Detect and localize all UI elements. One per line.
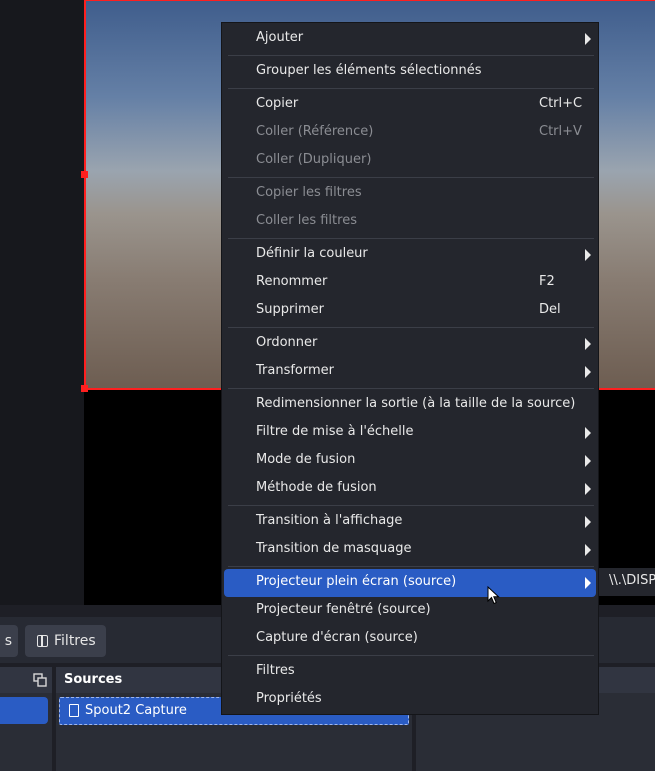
resize-handle-left[interactable] — [81, 171, 88, 178]
menu-item-label: Ajouter — [256, 30, 304, 45]
menu-item-label: Transition à l'affichage — [256, 513, 403, 528]
menu-item-label: Méthode de fusion — [256, 480, 377, 495]
menu-item-label: Coller (Référence) — [256, 124, 374, 139]
menu-item-shortcut: F2 — [539, 274, 555, 289]
mouse-cursor-icon — [487, 586, 500, 605]
left-dark-area — [0, 0, 84, 605]
submenu-arrow-icon — [585, 577, 591, 589]
menu-item-label: Propriétés — [256, 691, 322, 706]
source-item-label: Spout2 Capture — [85, 703, 187, 718]
submenu-arrow-icon — [585, 455, 591, 467]
submenu-arrow-icon — [585, 366, 591, 378]
menu-separator — [228, 88, 594, 89]
menu-item-copier-filtres: Copier les filtres — [222, 180, 598, 208]
menu-item-supprimer[interactable]: Supprimer Del — [222, 297, 598, 325]
menu-item-coller-dupliquer: Coller (Dupliquer) — [222, 147, 598, 175]
menu-separator — [228, 566, 594, 567]
scene-item-selected[interactable] — [0, 697, 48, 724]
menu-separator — [228, 55, 594, 56]
menu-item-definir-couleur[interactable]: Définir la couleur — [222, 241, 598, 269]
menu-item-ajouter[interactable]: Ajouter — [222, 25, 598, 53]
menu-item-label: Ordonner — [256, 335, 318, 350]
menu-item-label: Projecteur plein écran (source) — [256, 574, 457, 589]
menu-item-methode-fusion[interactable]: Méthode de fusion — [222, 475, 598, 503]
menu-item-label: Grouper les éléments sélectionnés — [256, 63, 482, 78]
filters-button[interactable]: Filtres — [25, 625, 106, 657]
menu-separator — [228, 327, 594, 328]
menu-item-proprietes[interactable]: Propriétés — [222, 686, 598, 714]
menu-separator — [228, 655, 594, 656]
file-icon — [69, 704, 79, 717]
menu-item-transition-affichage[interactable]: Transition à l'affichage — [222, 508, 598, 536]
menu-item-label: Capture d'écran (source) — [256, 630, 418, 645]
menu-separator — [228, 177, 594, 178]
menu-item-shortcut: Del — [539, 302, 561, 317]
menu-item-label: Supprimer — [256, 302, 324, 317]
menu-item-mode-fusion[interactable]: Mode de fusion — [222, 447, 598, 475]
menu-item-redimensionner-sortie[interactable]: Redimensionner la sortie (à la taille de… — [222, 391, 598, 419]
menu-separator — [228, 388, 594, 389]
menu-item-projecteur-plein-ecran[interactable]: Projecteur plein écran (source) — [224, 569, 596, 597]
undock-icon[interactable] — [33, 673, 47, 687]
menu-item-label: Transition de masquage — [256, 541, 412, 556]
menu-separator — [228, 505, 594, 506]
menu-item-filtre-echelle[interactable]: Filtre de mise à l'échelle — [222, 419, 598, 447]
submenu-arrow-icon — [585, 427, 591, 439]
filters-button-label: Filtres — [54, 633, 96, 649]
menu-item-transformer[interactable]: Transformer — [222, 358, 598, 386]
menu-item-label: Définir la couleur — [256, 246, 368, 261]
menu-item-label: Filtre de mise à l'échelle — [256, 424, 414, 439]
context-menu: Ajouter Grouper les éléments sélectionné… — [221, 22, 599, 715]
selection-outline-left — [84, 0, 86, 390]
menu-item-label: Filtres — [256, 663, 295, 678]
menu-item-coller-reference: Coller (Référence) Ctrl+V — [222, 119, 598, 147]
menu-item-ordonner[interactable]: Ordonner — [222, 330, 598, 358]
submenu-arrow-icon — [585, 483, 591, 495]
selection-outline-top — [84, 0, 655, 1]
menu-item-label: Projecteur fenêtré (source) — [256, 602, 431, 617]
submenu-arrow-icon — [585, 249, 591, 261]
menu-item-copier[interactable]: Copier Ctrl+C — [222, 91, 598, 119]
menu-item-shortcut: Ctrl+C — [539, 96, 583, 111]
sources-title: Sources — [64, 672, 123, 687]
menu-item-projecteur-fenetre[interactable]: Projecteur fenêtré (source) — [222, 597, 598, 625]
properties-button-label: s — [4, 633, 12, 649]
menu-item-label: Mode de fusion — [256, 452, 356, 467]
menu-item-filtres[interactable]: Filtres — [222, 658, 598, 686]
menu-item-label: Renommer — [256, 274, 328, 289]
menu-item-shortcut: Ctrl+V — [539, 124, 582, 139]
submenu-item-display[interactable]: \\.\DISP — [609, 573, 655, 588]
menu-item-transition-masquage[interactable]: Transition de masquage — [222, 536, 598, 564]
menu-item-renommer[interactable]: Renommer F2 — [222, 269, 598, 297]
properties-button[interactable]: s — [0, 625, 18, 657]
submenu-arrow-icon — [585, 338, 591, 350]
submenu-arrow-icon — [585, 544, 591, 556]
filters-icon — [37, 635, 48, 647]
menu-item-capture-ecran[interactable]: Capture d'écran (source) — [222, 625, 598, 653]
menu-item-grouper[interactable]: Grouper les éléments sélectionnés — [222, 58, 598, 86]
resize-handle-bottom-left[interactable] — [81, 385, 88, 392]
menu-item-label: Redimensionner la sortie (à la taille de… — [256, 396, 576, 411]
menu-item-label: Copier — [256, 96, 299, 111]
submenu-arrow-icon — [585, 33, 591, 45]
menu-item-label: Coller (Dupliquer) — [256, 152, 372, 167]
menu-item-coller-filtres: Coller les filtres — [222, 208, 598, 236]
submenu-arrow-icon — [585, 516, 591, 528]
menu-separator — [228, 238, 594, 239]
menu-item-label: Transformer — [256, 363, 335, 378]
menu-item-label: Copier les filtres — [256, 185, 362, 200]
menu-item-label: Coller les filtres — [256, 213, 357, 228]
